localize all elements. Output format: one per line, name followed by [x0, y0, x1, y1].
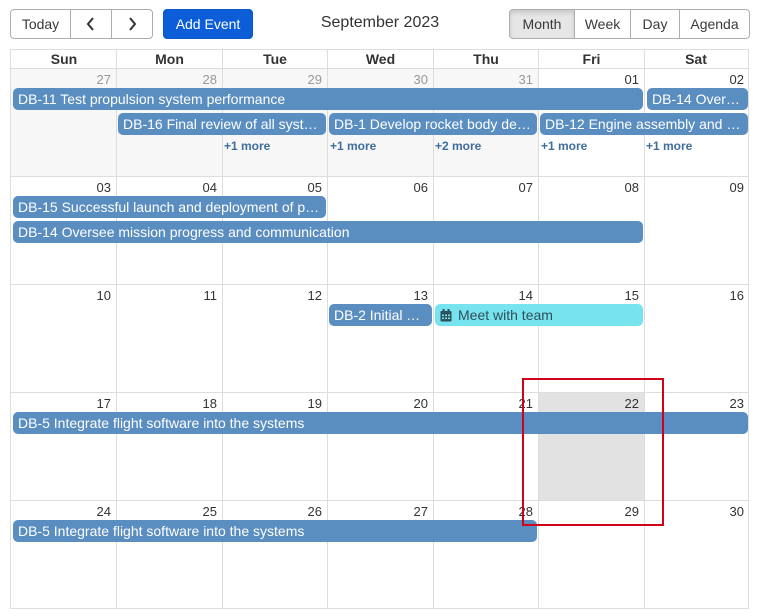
date-label[interactable]: 16 — [644, 288, 744, 303]
date-label[interactable]: 15 — [539, 288, 639, 303]
grid-line — [11, 284, 748, 285]
date-label[interactable]: 29 — [222, 72, 322, 87]
date-label[interactable]: 04 — [117, 180, 217, 195]
event-bar[interactable]: DB-5 Integrate flight software into the … — [13, 520, 537, 542]
chevron-left-icon — [86, 17, 94, 31]
prev-button[interactable] — [70, 9, 112, 39]
grid-line — [11, 176, 748, 177]
month-view: Sun Mon Tue Wed Thu Fri Sat 27 28 29 30 … — [10, 49, 749, 609]
date-label[interactable]: 03 — [11, 180, 111, 195]
date-label[interactable]: 27 — [11, 72, 111, 87]
view-week-button[interactable]: Week — [574, 9, 631, 39]
date-label[interactable]: 30 — [644, 504, 744, 519]
date-label[interactable]: 08 — [539, 180, 639, 195]
date-label[interactable]: 31 — [433, 72, 533, 87]
view-month-button[interactable]: Month — [509, 9, 575, 39]
grid-line — [11, 392, 748, 393]
date-label[interactable]: 14 — [433, 288, 533, 303]
month-label: September 2023 — [320, 14, 440, 31]
view-day-button[interactable]: Day — [630, 9, 680, 39]
add-event-button[interactable]: Add Event — [163, 9, 253, 39]
event-bar[interactable]: DB-16 Final review of all systems — [118, 113, 326, 135]
date-label[interactable]: 19 — [222, 396, 322, 411]
event-bar[interactable]: DB-12 Engine assembly and testing — [540, 113, 748, 135]
today-button[interactable]: Today — [10, 9, 71, 39]
date-label[interactable]: 30 — [328, 72, 428, 87]
show-more-link[interactable]: +1 more — [541, 139, 587, 153]
weekday-header-thu: Thu — [433, 50, 539, 69]
event-title: Meet with team — [458, 307, 553, 323]
show-more-link[interactable]: +1 more — [330, 139, 376, 153]
date-label[interactable]: 27 — [328, 504, 428, 519]
date-label[interactable]: 18 — [117, 396, 217, 411]
weekday-header-mon: Mon — [117, 50, 222, 69]
date-label[interactable]: 01 — [539, 72, 639, 87]
date-label[interactable]: 11 — [117, 288, 218, 303]
weekday-header-tue: Tue — [222, 50, 328, 69]
date-label[interactable]: 21 — [433, 396, 533, 411]
date-label[interactable]: 26 — [222, 504, 322, 519]
date-label[interactable]: 02 — [644, 72, 744, 87]
view-agenda-button[interactable]: Agenda — [679, 9, 750, 39]
show-more-link[interactable]: +2 more — [435, 139, 481, 153]
date-label[interactable]: 25 — [117, 504, 217, 519]
date-label[interactable]: 24 — [11, 504, 111, 519]
weekday-header-sat: Sat — [644, 50, 748, 69]
date-label[interactable]: 12 — [222, 288, 322, 303]
event-bar[interactable]: DB-14 Oversee mission progress and commu… — [13, 221, 643, 243]
weekday-header-wed: Wed — [328, 50, 433, 69]
date-label[interactable]: 17 — [11, 396, 111, 411]
view-button-group: Month Week Day Agenda — [509, 9, 750, 39]
event-bar-meeting[interactable]: Meet with team — [435, 304, 643, 326]
date-label[interactable]: 28 — [117, 72, 217, 87]
date-label[interactable]: 06 — [328, 180, 428, 195]
date-label[interactable]: 13 — [328, 288, 428, 303]
date-label[interactable]: 29 — [539, 504, 639, 519]
date-label[interactable]: 22 — [539, 396, 639, 411]
show-more-link[interactable]: +1 more — [224, 139, 270, 153]
date-label[interactable]: 10 — [11, 288, 111, 303]
show-more-link[interactable]: +1 more — [646, 139, 692, 153]
grid-line — [538, 50, 539, 608]
event-bar[interactable]: DB-11 Test propulsion system performance — [13, 88, 643, 110]
date-label[interactable]: 28 — [433, 504, 533, 519]
date-label[interactable]: 20 — [328, 396, 428, 411]
date-label[interactable]: 05 — [222, 180, 322, 195]
event-bar[interactable]: DB-5 Integrate flight software into the … — [13, 412, 748, 434]
date-label[interactable]: 07 — [433, 180, 533, 195]
nav-button-group: Today — [10, 9, 153, 39]
date-label[interactable]: 09 — [644, 180, 744, 195]
chevron-right-icon — [129, 17, 137, 31]
event-bar[interactable]: DB-15 Successful launch and deployment o… — [13, 196, 326, 218]
event-bar[interactable]: DB-14 Oversee mission progress and commu… — [647, 88, 748, 110]
calendar-icon — [440, 309, 452, 322]
next-button[interactable] — [111, 9, 153, 39]
weekday-header-fri: Fri — [539, 50, 644, 69]
date-label[interactable]: 23 — [644, 396, 744, 411]
weekday-header-sun: Sun — [11, 50, 117, 69]
event-bar[interactable]: DB-1 Develop rocket body design — [329, 113, 537, 135]
event-bar[interactable]: DB-2 Initial Testing — [329, 304, 432, 326]
grid-line — [11, 500, 748, 501]
